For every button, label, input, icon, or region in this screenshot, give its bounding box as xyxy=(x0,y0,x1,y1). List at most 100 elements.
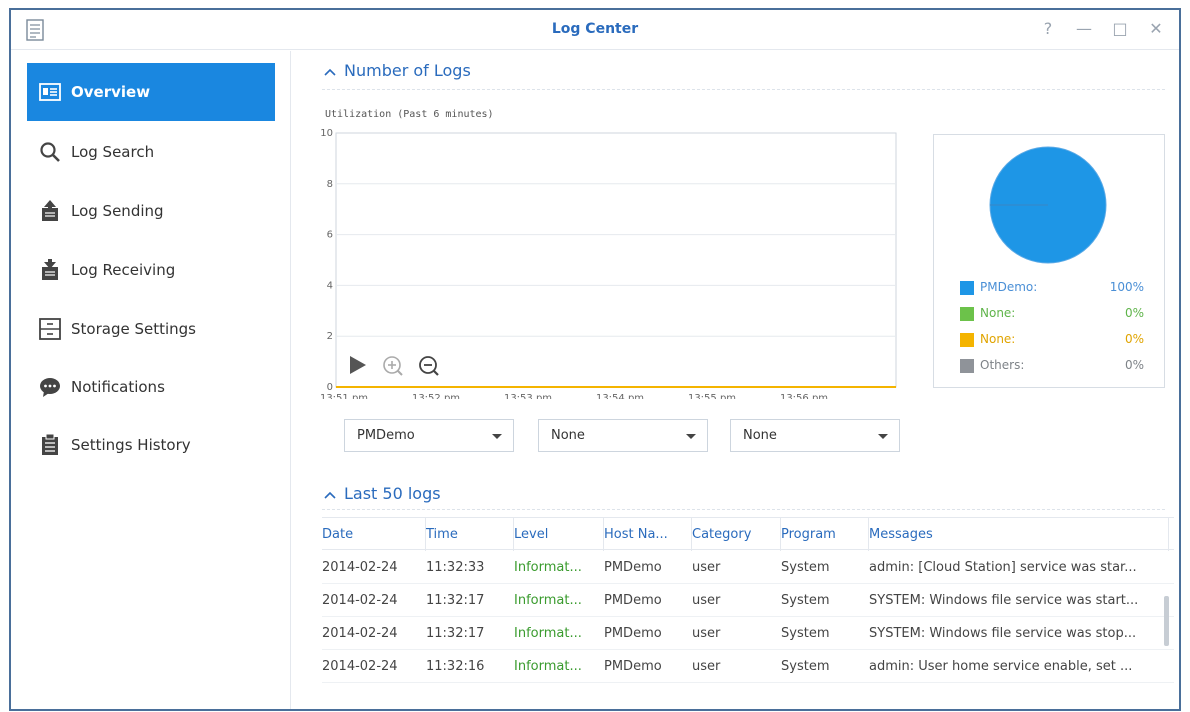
window-title: Log Center xyxy=(551,21,639,37)
number-of-logs-header[interactable]: Number of Logs xyxy=(324,61,471,80)
maximize-button[interactable]: □ xyxy=(1109,18,1131,40)
host-select-2[interactable]: None xyxy=(538,419,708,452)
y-tick-label: 6 xyxy=(327,230,333,241)
table-cell: SYSTEM: Windows file service was start..… xyxy=(869,593,1139,608)
sidebar-item-storage-settings[interactable]: Storage Settings xyxy=(27,300,275,358)
sidebar-item-log-search[interactable]: Log Search xyxy=(27,123,275,181)
legend-item: PMDemo: 100% xyxy=(960,279,1144,297)
legend-swatch xyxy=(960,307,974,321)
legend-value: 0% xyxy=(1124,332,1144,346)
x-tick-label: 13:55 pm xyxy=(688,393,736,399)
log-center-window: Log Center ? — □ ✕ Overview Log Search L… xyxy=(9,8,1181,711)
table-cell: 2014-02-24 xyxy=(322,626,398,641)
sidebar-item-label: Storage Settings xyxy=(71,320,196,338)
legend-swatch xyxy=(960,359,974,373)
sidebar-item-label: Log Receiving xyxy=(71,261,176,279)
table-cell: 11:32:16 xyxy=(426,659,485,674)
legend-swatch xyxy=(960,333,974,347)
legend-swatch xyxy=(960,281,974,295)
settings-history-icon xyxy=(39,434,61,456)
legend-label: None: xyxy=(980,306,1016,320)
search-icon xyxy=(39,141,61,163)
table-cell: Informat... xyxy=(514,593,582,608)
sidebar: Overview Log Search Log Sending Log Rece… xyxy=(11,51,291,709)
x-tick-label: 13:54 pm xyxy=(596,393,644,399)
sidebar-item-log-sending[interactable]: Log Sending xyxy=(27,182,275,240)
select-value: None xyxy=(743,428,777,443)
sidebar-item-label: Notifications xyxy=(71,378,165,396)
host-select-1[interactable]: PMDemo xyxy=(344,419,514,452)
column-header-messages[interactable]: Messages xyxy=(869,518,1169,551)
caret-down-icon xyxy=(686,434,696,439)
table-cell: user xyxy=(692,560,721,575)
sidebar-item-log-receiving[interactable]: Log Receiving xyxy=(27,241,275,299)
y-tick-label: 8 xyxy=(327,179,333,190)
help-button[interactable]: ? xyxy=(1037,18,1059,40)
legend-label: PMDemo: xyxy=(980,280,1038,294)
select-value: PMDemo xyxy=(357,428,415,443)
last-logs-header[interactable]: Last 50 logs xyxy=(324,484,441,503)
table-cell: Informat... xyxy=(514,560,582,575)
table-row[interactable]: 2014-02-24 11:32:17 Informat... PMDemo user S… xyxy=(322,584,1174,617)
table-cell: 11:32:17 xyxy=(426,626,485,641)
storage-settings-icon xyxy=(39,318,61,340)
column-header-program[interactable]: Program xyxy=(781,518,869,551)
chart-title: Utilization (Past 6 minutes) xyxy=(325,109,494,120)
utilization-line-chart: 0 2 4 6 8 10 13:51 pm 13:52 pm 13:53 pm 13:54 pm 1… xyxy=(320,128,897,399)
notifications-icon xyxy=(39,376,61,398)
x-tick-label: 13:52 pm xyxy=(412,393,460,399)
table-cell: PMDemo xyxy=(604,560,662,575)
column-header-host-na[interactable]: Host Na... xyxy=(604,518,692,551)
table-cell: Informat... xyxy=(514,626,582,641)
section-title-text: Number of Logs xyxy=(344,61,471,80)
sidebar-item-label: Settings History xyxy=(71,436,191,454)
table-row[interactable]: 2014-02-24 11:32:33 Informat... PMDemo user S… xyxy=(322,551,1174,584)
legend-item: None: 0% xyxy=(960,331,1144,349)
chevron-up-icon xyxy=(324,484,336,503)
table-cell: System xyxy=(781,659,830,674)
section-divider xyxy=(322,509,1165,510)
y-tick-label: 10 xyxy=(320,128,333,139)
minimize-button[interactable]: — xyxy=(1073,18,1095,40)
legend-value: 100% xyxy=(1109,280,1144,294)
table-cell: 2014-02-24 xyxy=(322,593,398,608)
table-cell: 2014-02-24 xyxy=(322,560,398,575)
x-tick-label: 13:56 pm xyxy=(780,393,828,399)
column-header-date[interactable]: Date xyxy=(322,518,426,551)
legend-value: 0% xyxy=(1124,306,1144,320)
sidebar-item-overview[interactable]: Overview xyxy=(27,63,275,121)
table-cell: PMDemo xyxy=(604,626,662,641)
log-sending-icon xyxy=(39,200,61,222)
sidebar-item-label: Log Search xyxy=(71,143,155,161)
table-header: Date Time Level Host Na... Category Program Me… xyxy=(322,517,1174,551)
host-select-3[interactable]: None xyxy=(730,419,900,452)
close-button[interactable]: ✕ xyxy=(1145,18,1167,40)
sidebar-item-label: Overview xyxy=(71,83,151,101)
table-cell: System xyxy=(781,626,830,641)
table-cell: System xyxy=(781,560,830,575)
table-scrollbar[interactable] xyxy=(1164,596,1169,646)
table-cell: PMDemo xyxy=(604,593,662,608)
y-tick-label: 2 xyxy=(327,331,333,342)
column-header-category[interactable]: Category xyxy=(692,518,781,551)
main-panel: Number of Logs Utilization (Past 6 minut… xyxy=(292,51,1179,709)
x-tick-label: 13:53 pm xyxy=(504,393,552,399)
column-header-time[interactable]: Time xyxy=(426,518,514,551)
log-receiving-icon xyxy=(39,259,61,281)
table-row[interactable]: 2014-02-24 11:32:16 Informat... PMDemo user S… xyxy=(322,650,1174,683)
sidebar-item-settings-history[interactable]: Settings History xyxy=(27,416,275,474)
y-tick-label: 4 xyxy=(327,280,333,291)
table-cell: 11:32:17 xyxy=(426,593,485,608)
table-row[interactable]: 2014-02-24 11:32:17 Informat... PMDemo user S… xyxy=(322,617,1174,650)
pie-chart-panel: PMDemo: 100% None: 0% None: 0% Others: 0% xyxy=(933,134,1165,388)
section-title-text: Last 50 logs xyxy=(344,484,441,503)
y-tick-label: 0 xyxy=(327,382,333,393)
legend-item: None: 0% xyxy=(960,305,1144,323)
column-header-level[interactable]: Level xyxy=(514,518,604,551)
sidebar-item-label: Log Sending xyxy=(71,202,164,220)
table-cell: admin: User home service enable, set ... xyxy=(869,659,1133,674)
sidebar-item-notifications[interactable]: Notifications xyxy=(27,358,275,416)
legend-value: 0% xyxy=(1124,358,1144,372)
table-cell: user xyxy=(692,659,721,674)
legend-item: Others: 0% xyxy=(960,357,1144,375)
